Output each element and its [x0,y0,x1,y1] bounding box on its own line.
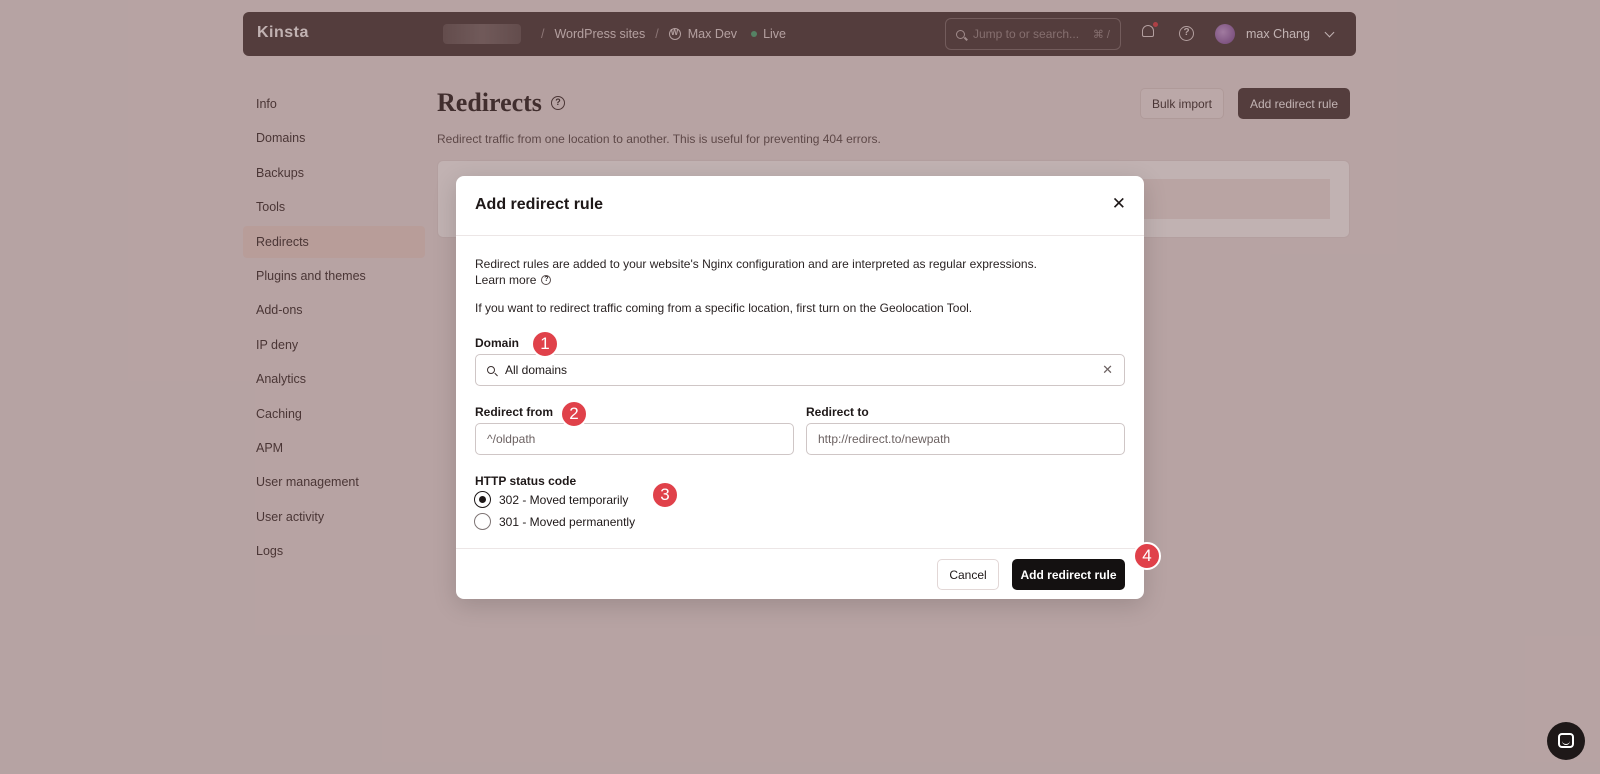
domain-label: Domain [475,336,520,350]
step-badge-1: 1 [531,330,559,358]
modal-title: Add redirect rule [475,196,604,213]
search-icon [487,366,495,374]
radio-302[interactable] [474,491,491,508]
status-302-option[interactable]: 302 - Moved temporarily [474,491,628,508]
step-badge-2: 2 [560,400,588,428]
status-302-label: 302 - Moved temporarily [499,492,629,507]
redirect-to-label: Redirect to [806,405,869,419]
step-badge-4: 4 [1133,542,1161,570]
http-status-label: HTTP status code [475,474,577,488]
modal-footer-divider [456,548,1144,549]
redirect-from-input[interactable]: ^/oldpath [475,423,794,455]
domain-value: All domains [505,363,568,377]
learn-more-link[interactable]: Learn more ? [475,273,552,287]
chat-icon [1558,733,1574,748]
submit-redirect-rule-button[interactable]: Add redirect rule [1012,559,1125,590]
close-icon[interactable]: ✕ [1112,195,1126,213]
redirect-from-placeholder: ^/oldpath [487,432,536,446]
step-badge-3: 3 [651,481,679,509]
radio-301[interactable] [474,513,491,530]
clear-icon[interactable]: ✕ [1102,362,1113,378]
modal-header: Add redirect rule ✕ [456,176,1144,236]
domain-select[interactable]: All domains ✕ [475,354,1125,386]
chat-button[interactable] [1547,722,1585,760]
learn-more-label: Learn more [475,273,537,287]
add-redirect-rule-modal: Add redirect rule ✕ Redirect rules are a… [456,176,1144,599]
cancel-button[interactable]: Cancel [937,559,999,590]
status-301-label: 301 - Moved permanently [499,514,636,529]
status-301-option[interactable]: 301 - Moved permanently [474,513,635,530]
geolocation-note: If you want to redirect traffic coming f… [475,301,973,315]
redirect-from-label: Redirect from [475,405,554,419]
help-icon: ? [541,275,552,285]
redirect-to-placeholder: http://redirect.to/newpath [818,432,951,446]
redirect-to-input[interactable]: http://redirect.to/newpath [806,423,1125,455]
modal-intro-text: Redirect rules are added to your website… [475,257,1037,271]
